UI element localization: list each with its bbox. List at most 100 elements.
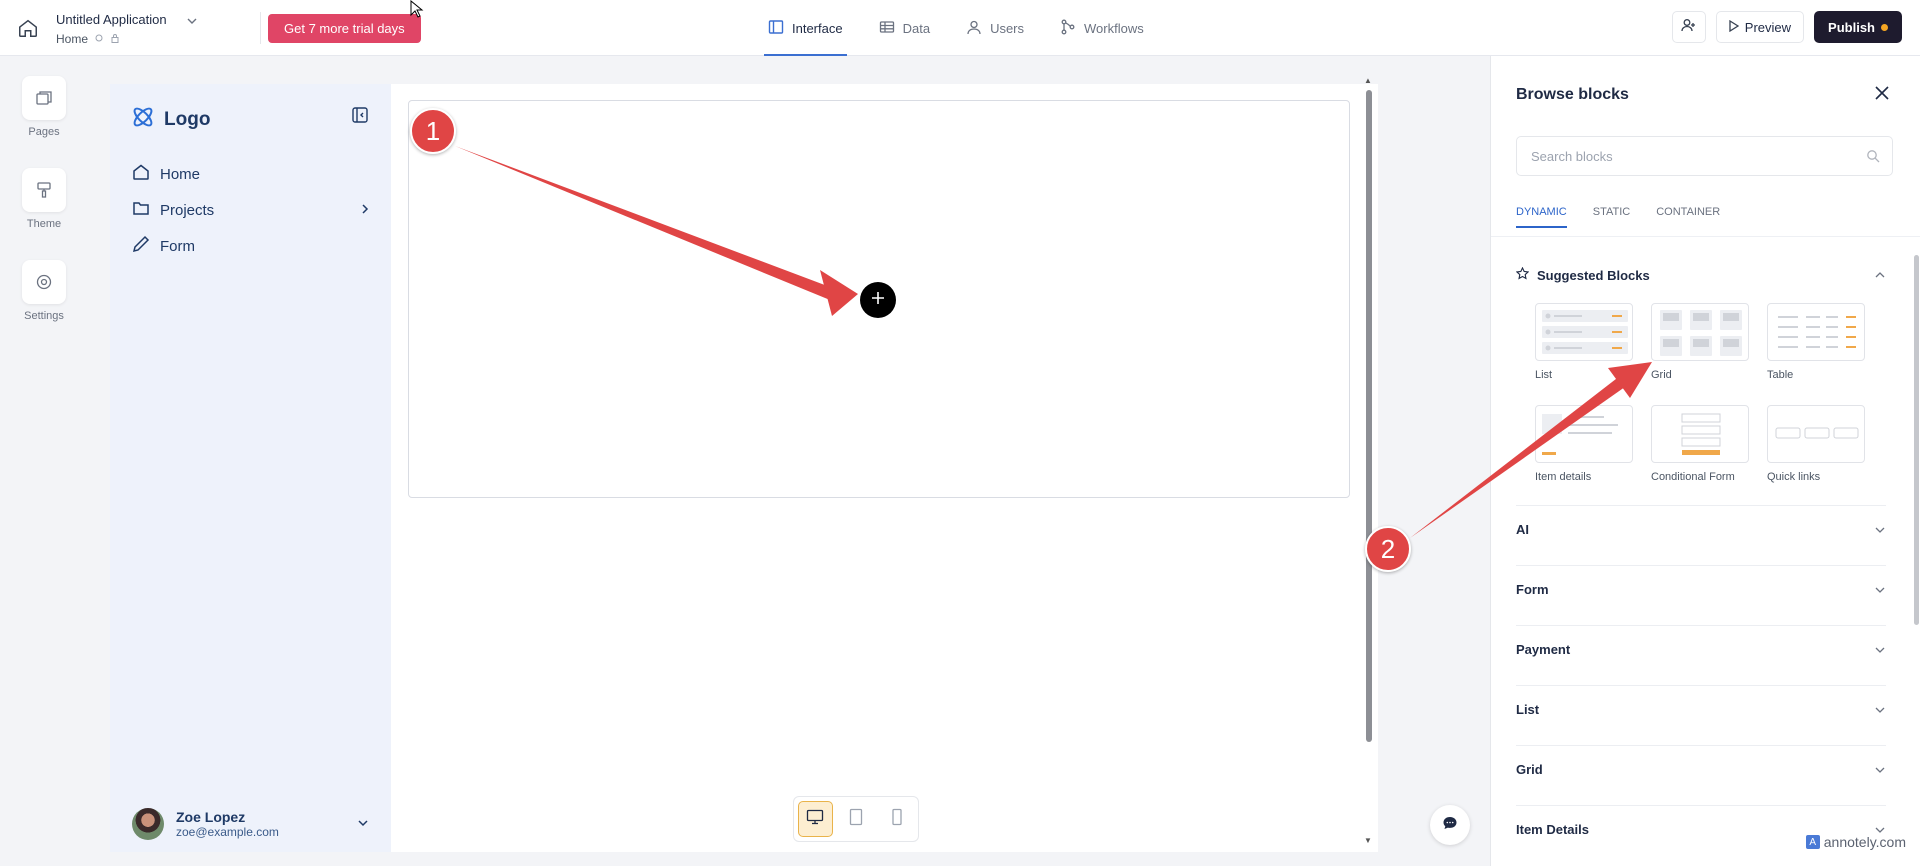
rail-label: Settings xyxy=(24,310,64,322)
paint-roller-icon xyxy=(22,168,66,212)
search-icon xyxy=(1866,149,1880,168)
block-label: Conditional Form xyxy=(1651,471,1735,483)
home-icon[interactable] xyxy=(14,14,42,42)
rail-item-theme[interactable]: Theme xyxy=(21,168,67,230)
section-label: List xyxy=(1516,702,1540,717)
chevron-right-icon xyxy=(358,202,372,220)
block-card-table[interactable]: Table xyxy=(1767,303,1865,381)
chat-support-button[interactable] xyxy=(1430,805,1470,845)
user-info: Zoe Lopez zoe@example.com xyxy=(176,809,279,839)
preview-button[interactable]: Preview xyxy=(1715,11,1805,43)
annotely-logo-icon: A xyxy=(1805,835,1820,849)
watermark-text: annotely.com xyxy=(1823,834,1906,850)
chat-icon xyxy=(1442,815,1458,836)
block-label: Item details xyxy=(1535,471,1592,483)
block-category-tabs: DYNAMIC STATIC CONTAINER xyxy=(1516,206,1720,228)
tab-dynamic[interactable]: DYNAMIC xyxy=(1516,206,1567,228)
user-profile[interactable]: Zoe Lopez zoe@example.com xyxy=(132,808,370,840)
layout-icon xyxy=(768,19,784,38)
tablet-view-button[interactable] xyxy=(839,801,874,837)
chevron-down-icon xyxy=(1874,584,1886,599)
annotation-badge-1: 1 xyxy=(410,108,456,154)
rail-label: Theme xyxy=(26,218,62,230)
suggested-blocks-header[interactable]: Suggested Blocks xyxy=(1515,266,1886,283)
mouse-cursor-icon xyxy=(410,0,424,23)
user-plus-icon xyxy=(1681,17,1697,38)
section-grid[interactable]: Grid xyxy=(1516,745,1886,793)
tab-workflows[interactable]: Workflows xyxy=(1056,0,1148,56)
tab-data[interactable]: Data xyxy=(875,0,934,56)
section-label: Grid xyxy=(1516,762,1543,777)
scroll-thumb[interactable] xyxy=(1366,90,1372,742)
pages-icon xyxy=(22,76,66,120)
app-menu: Home Projects Form xyxy=(132,156,372,264)
section-ai[interactable]: AI xyxy=(1516,505,1886,553)
section-list[interactable]: List xyxy=(1516,685,1886,733)
block-card-list[interactable]: List xyxy=(1535,303,1633,381)
chevron-down-icon[interactable] xyxy=(186,14,198,32)
sidebar-collapse-icon[interactable] xyxy=(351,106,369,129)
menu-item-home[interactable]: Home xyxy=(132,156,372,192)
chevron-down-icon xyxy=(1874,644,1886,659)
menu-item-projects[interactable]: Projects xyxy=(132,192,372,228)
lock-icon xyxy=(110,32,120,46)
chevron-down-icon xyxy=(1874,764,1886,779)
menu-item-form[interactable]: Form xyxy=(132,228,372,264)
plus-icon xyxy=(870,290,886,311)
app-title[interactable]: Untitled Application xyxy=(56,12,167,27)
tab-container[interactable]: CONTAINER xyxy=(1656,206,1720,228)
menu-label: Form xyxy=(160,237,195,255)
logo: Logo xyxy=(130,104,210,135)
scroll-down-arrow-icon[interactable]: ▼ xyxy=(1364,836,1372,845)
left-rail: Pages Theme Settings xyxy=(0,56,88,866)
mobile-view-button[interactable] xyxy=(879,801,914,837)
device-switcher xyxy=(793,796,919,842)
star-icon xyxy=(1515,266,1530,283)
canvas-scrollbar[interactable]: ▲ ▼ xyxy=(1363,76,1375,852)
block-card-quick-links[interactable]: Quick links xyxy=(1767,405,1865,483)
rail-item-settings[interactable]: Settings xyxy=(21,260,67,322)
pen-icon xyxy=(132,235,150,257)
add-block-button[interactable] xyxy=(860,282,896,318)
quick-links-block-thumbnail xyxy=(1767,405,1865,463)
mobile-icon xyxy=(891,808,903,831)
search-blocks-input[interactable] xyxy=(1516,136,1893,176)
tab-users[interactable]: Users xyxy=(962,0,1028,56)
panel-scroll-thumb[interactable] xyxy=(1914,255,1919,625)
avatar xyxy=(132,808,164,840)
rail-item-pages[interactable]: Pages xyxy=(21,76,67,138)
scroll-up-arrow-icon[interactable]: ▲ xyxy=(1364,76,1372,85)
divider xyxy=(260,12,261,44)
invite-user-button[interactable] xyxy=(1671,11,1706,43)
block-card-conditional-form[interactable]: Conditional Form xyxy=(1651,405,1749,483)
home-icon xyxy=(132,163,150,185)
annotation-badge-2: 2 xyxy=(1365,526,1411,572)
block-card-item-details[interactable]: Item details xyxy=(1535,405,1633,483)
close-icon[interactable] xyxy=(1873,84,1891,107)
user-icon xyxy=(966,19,982,38)
trial-button[interactable]: Get 7 more trial days xyxy=(268,14,421,43)
panel-title: Browse blocks xyxy=(1516,86,1629,103)
rail-label: Pages xyxy=(28,126,60,138)
section-payment[interactable]: Payment xyxy=(1516,625,1886,673)
section-label: Item Details xyxy=(1516,822,1589,837)
block-card-grid[interactable]: Grid xyxy=(1651,303,1749,381)
publish-button[interactable]: Publish xyxy=(1814,11,1902,43)
browse-blocks-panel: Browse blocks DYNAMIC STATIC CONTAINER S… xyxy=(1490,56,1920,866)
play-icon xyxy=(1729,19,1740,35)
menu-label: Home xyxy=(160,165,201,183)
preview-label: Preview xyxy=(1744,19,1792,35)
tab-interface[interactable]: Interface xyxy=(764,0,847,56)
block-label: List xyxy=(1535,369,1553,381)
blocks-list: Suggested Blocks List Grid Table Item de… xyxy=(1491,236,1920,866)
table-icon xyxy=(879,19,895,38)
desktop-view-button[interactable] xyxy=(798,801,833,837)
chevron-down-icon[interactable] xyxy=(356,816,370,835)
gear-icon xyxy=(22,260,66,304)
tab-static[interactable]: STATIC xyxy=(1593,206,1630,228)
section-form[interactable]: Form xyxy=(1516,565,1886,613)
suggested-title: Suggested Blocks xyxy=(1537,267,1650,283)
workflow-icon xyxy=(1060,19,1076,38)
chevron-down-icon xyxy=(1874,524,1886,539)
desktop-icon xyxy=(806,809,824,830)
